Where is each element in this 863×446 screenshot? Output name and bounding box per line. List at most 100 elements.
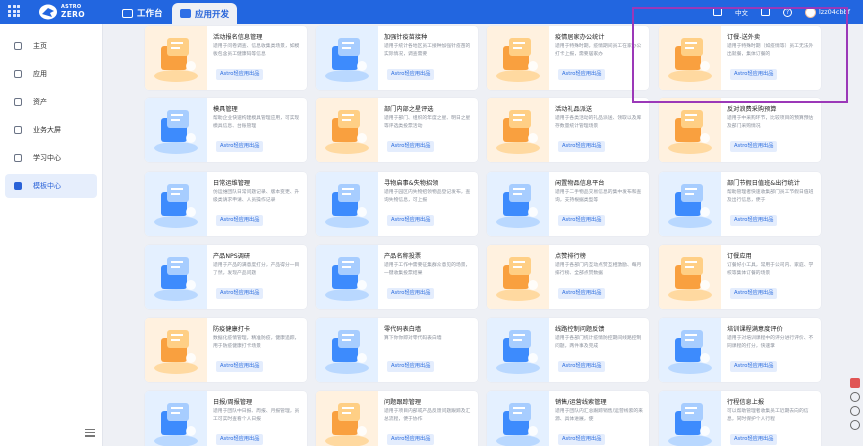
template-description: 适用于各部门统计疫情防控期间线路控制问题，两件事及完成 — [555, 336, 642, 349]
assets-icon — [14, 98, 22, 106]
template-badge: Astro轻应用出品 — [730, 288, 778, 299]
template-illustration — [487, 391, 549, 446]
logo-text: ASTRO ZERO — [61, 3, 85, 19]
sidebar-item-5[interactable]: 模板中心 — [5, 174, 97, 198]
tab-workbench-label: 工作台 — [137, 9, 163, 19]
template-description: 可以帮助管理者收集员工近期去向的信息，同时保护个人行程 — [727, 409, 809, 422]
template-card[interactable]: 产品名称投票 适用于工作中需要征集群众意见的场景，一键收集投票结果 Astro轻应用… — [316, 245, 478, 309]
template-title: 防疫健康打卡 — [213, 326, 251, 333]
template-badge: Astro轻应用出品 — [387, 215, 435, 226]
feedback-icon[interactable] — [850, 378, 860, 388]
template-badge: Astro轻应用出品 — [216, 69, 264, 80]
template-illustration — [316, 318, 378, 382]
template-description: 适用于各类活动的礼品派送、领取以及库存数量统计管理场景 — [555, 116, 642, 129]
tab-app-dev[interactable]: 应用开发 — [172, 3, 238, 24]
help-float-icon[interactable] — [850, 406, 860, 416]
template-card[interactable]: 部门节假日值班&出行统计 帮助管理者快速收集部门员工节假日值班及出行信息，便于 As… — [659, 172, 821, 236]
template-card[interactable]: 闲置物品信息平台 适用于二手物品交易信息的集中发布和查询，支持根据类型等 Astro… — [487, 172, 649, 236]
workbench-icon — [122, 8, 133, 18]
service-icon[interactable] — [850, 392, 860, 402]
template-card[interactable]: 日常运维管理 仿运维团队日常问题记录、版本变更、升级类请求申请、人员操作记录 Ast… — [145, 172, 307, 236]
template-description: 适用于项目内部或产品反馈问题跟踪及汇总流程，便于协作 — [384, 409, 471, 422]
template-badge: Astro轻应用出品 — [730, 141, 778, 152]
template-illustration — [316, 391, 378, 446]
template-illustration — [145, 172, 207, 236]
template-badge: Astro轻应用出品 — [558, 215, 606, 226]
template-description: 适用于各部门内互动点赞互相激励、每月排行榜、全部点赞数据 — [555, 263, 642, 276]
sidebar-item-4[interactable]: 学习中心 — [5, 146, 97, 170]
template-illustration — [659, 98, 721, 162]
app-grid-icon[interactable] — [8, 5, 20, 17]
template-badge: Astro轻应用出品 — [730, 361, 778, 372]
template-illustration — [487, 245, 549, 309]
sidebar-item-2[interactable]: 资产 — [5, 90, 97, 114]
logo-line2: ZERO — [61, 10, 85, 19]
template-title: 部门内部之星评选 — [384, 106, 434, 113]
template-title: 反对浪费采购预算 — [727, 106, 777, 113]
collapse-sidebar-icon[interactable] — [85, 429, 95, 437]
sidebar-item-0[interactable]: 主页 — [5, 34, 97, 58]
template-badge: Astro轻应用出品 — [558, 141, 606, 152]
template-description: 适用于团队内汇总跟踪销售/运营线索的来源、具体进展，使 — [555, 409, 643, 422]
template-card[interactable]: 活动礼品派送适用于各类活动的礼品派送、领取以及库存数量统计管理场景 Astro轻应… — [487, 98, 649, 162]
template-title: 寻物启事&失物招领 — [384, 180, 439, 187]
doc-icon[interactable] — [850, 420, 860, 430]
template-card[interactable]: 活动报名信息管理 适用于问卷调查、信息收集类场景，如模板包含员工健康码等信息 Ast… — [145, 26, 307, 90]
template-card[interactable]: 反对浪费采购预算适用于中采购环节，比较项目的预算预估及部门采购情况 Astro轻应… — [659, 98, 821, 162]
template-card[interactable]: 模具管理 帮助企业快速构建模具管理应用，可实现模具信息、台账管理 Astro轻应用出… — [145, 98, 307, 162]
template-card[interactable]: 行程信息上报 可以帮助管理者收集员工近期去向的信息，同时保护个人行程 Astro轻应… — [659, 391, 821, 446]
template-card[interactable]: 培训课程满意度评价 适用于对培训课程中的评分进行评价、不同课程的打分，快速掌 Ast… — [659, 318, 821, 382]
template-card[interactable]: 加强针疫苗接种 适用于统计各地区员工接种加强针疫苗的实际情况，调查需要 Astro轻… — [316, 26, 478, 90]
template-description: 适用于中采购环节，比较项目的预算预估及部门采购情况 — [727, 116, 814, 129]
template-illustration — [145, 318, 207, 382]
template-illustration — [145, 98, 207, 162]
template-icon — [14, 182, 22, 190]
template-card[interactable]: 线路控制问题反馈 适用于各部门统计疫情防控期间线路控制问题，两件事及完成 Astro… — [487, 318, 649, 382]
template-badge: Astro轻应用出品 — [387, 434, 435, 445]
template-badge: Astro轻应用出品 — [387, 141, 435, 152]
template-illustration — [659, 172, 721, 236]
template-illustration — [316, 26, 378, 90]
template-card[interactable]: 零代码表白墙 算下你你即对零代码表白墙 Astro轻应用出品 — [316, 318, 478, 382]
template-badge: Astro轻应用出品 — [558, 288, 606, 299]
sidebar-item-1[interactable]: 应用 — [5, 62, 97, 86]
template-title: 活动礼品派送 — [555, 106, 593, 113]
app-dev-icon — [180, 9, 191, 18]
template-card[interactable]: 疫情居家办公统计 适用于特殊时期，疫情期间员工在家办公打卡上报，需要居家办 Astr… — [487, 26, 649, 90]
template-title: 产品名称投票 — [384, 253, 422, 260]
template-card[interactable]: 点赞排行榜 适用于各部门内互动点赞互相激励、每月排行榜、全部点赞数据 Astro轻应… — [487, 245, 649, 309]
template-title: 线路控制问题反馈 — [555, 326, 605, 333]
template-description: 适用于部门、组织的年度之星、明日之星等评选类投票活动 — [384, 116, 471, 129]
template-badge: Astro轻应用出品 — [558, 434, 606, 445]
template-card[interactable]: 部门内部之星评选适用于部门、组织的年度之星、明日之星等评选类投票活动 Astro轻… — [316, 98, 478, 162]
sidebar-item-3[interactable]: 业务大屏 — [5, 118, 97, 142]
template-illustration — [487, 98, 549, 162]
template-description: 适用于问卷调查、信息收集类场景，如模板包含员工健康码等信息 — [213, 44, 300, 57]
template-card[interactable]: 寻物启事&失物招领 适用于园区内失物招领物品登记发布，查询失物信息，可上报 Astr… — [316, 172, 478, 236]
sidebar-item-label: 资产 — [33, 98, 47, 106]
template-description: 数据化疫情管理，精准防疫，健康追踪，用于防疫健康打卡场景 — [213, 336, 300, 349]
template-card[interactable]: 销售/运营线索管理 适用于团队内汇总跟踪销售/运营线索的来源、具体进展，使 Astr… — [487, 391, 649, 446]
template-illustration — [316, 172, 378, 236]
template-illustration — [145, 391, 207, 446]
template-illustration — [659, 391, 721, 446]
template-card[interactable]: 日报/周报管理 适用于团队中日报、周报、月报管理，员工可实时查看个人日报 Astro… — [145, 391, 307, 446]
template-badge: Astro轻应用出品 — [558, 69, 606, 80]
template-title: 模具管理 — [213, 106, 238, 113]
template-card[interactable]: 订餐应用 订餐好小工具，常用于公司内、家庭、学校等集体订餐的场景 Astro轻应用出… — [659, 245, 821, 309]
template-badge: Astro轻应用出品 — [216, 434, 264, 445]
template-badge: Astro轻应用出品 — [387, 288, 435, 299]
app-icon — [14, 70, 22, 78]
template-card[interactable]: 产品NPS调研 适用于产品的满意度打分，产品得分一目了然，发现产品问题 Astro轻… — [145, 245, 307, 309]
tab-workbench[interactable]: 工作台 — [117, 4, 168, 22]
template-badge: Astro轻应用出品 — [387, 361, 435, 372]
floating-toolbar — [846, 375, 863, 446]
template-title: 部门节假日值班&出行统计 — [727, 180, 800, 187]
template-card[interactable]: 防疫健康打卡 数据化疫情管理，精准防疫，健康追踪，用于防疫健康打卡场景 Astro轻… — [145, 318, 307, 382]
astro-logo — [39, 4, 57, 20]
template-title: 培训课程满意度评价 — [727, 326, 783, 333]
screen-icon — [14, 126, 22, 134]
template-card[interactable]: 问题跟踪管理 适用于项目内部或产品反馈问题跟踪及汇总流程，便于协作 Astro轻应用… — [316, 391, 478, 446]
learn-icon — [14, 154, 22, 162]
highlight-box — [632, 7, 848, 103]
